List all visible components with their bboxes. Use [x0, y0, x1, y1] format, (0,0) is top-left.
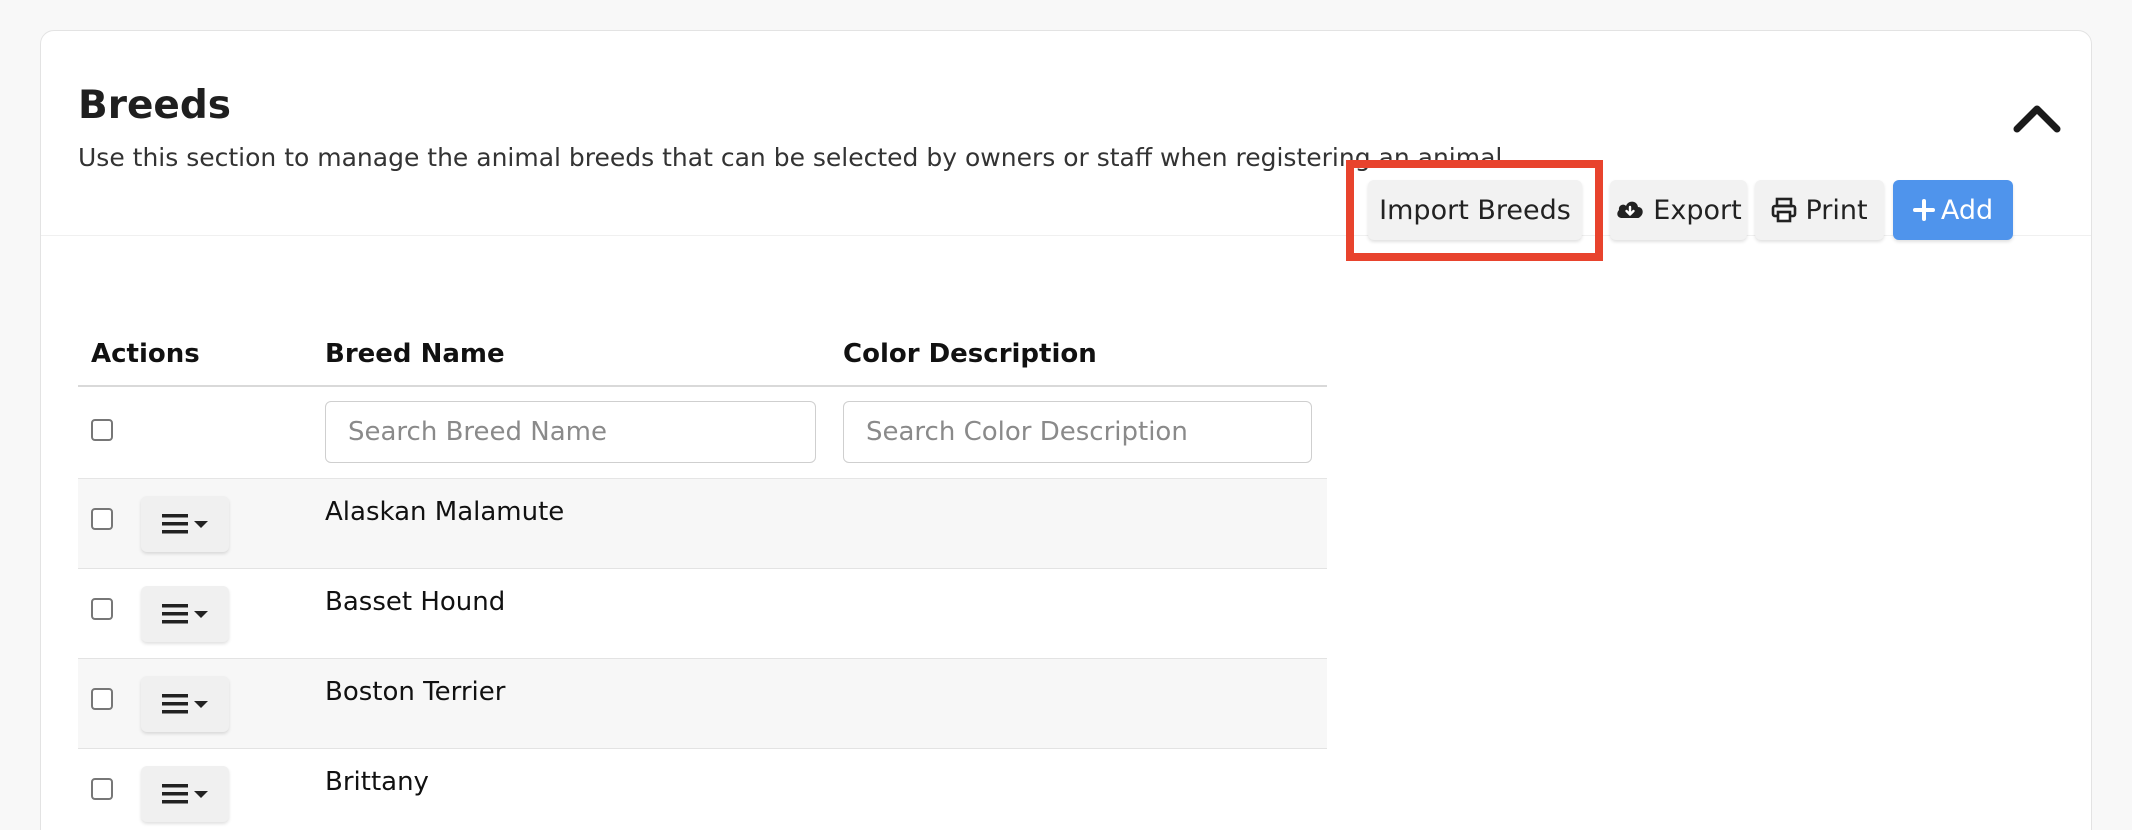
export-button[interactable]: Export: [1610, 180, 1747, 240]
add-label: Add: [1940, 194, 1994, 226]
search-breed-name-input[interactable]: [325, 401, 816, 463]
hamburger-menu-icon: [162, 694, 188, 714]
row-checkbox[interactable]: [91, 508, 113, 530]
caret-down-icon: [194, 791, 208, 798]
printer-icon: [1772, 197, 1797, 223]
header-breed-name[interactable]: Breed Name: [325, 339, 505, 369]
export-label: Export: [1653, 194, 1742, 226]
row-checkbox[interactable]: [91, 778, 113, 800]
breed-name-cell: Basset Hound: [325, 587, 506, 617]
collapse-button[interactable]: [2009, 91, 2065, 143]
cloud-download-icon: [1617, 201, 1643, 218]
add-button[interactable]: Add: [1893, 180, 2013, 240]
hamburger-menu-icon: [162, 514, 188, 534]
header-actions: Actions: [91, 339, 200, 369]
hamburger-menu-icon: [162, 604, 188, 624]
table-row: Boston Terrier: [78, 659, 1327, 749]
search-color-description-input[interactable]: [843, 401, 1312, 463]
section-description: Use this section to manage the animal br…: [78, 143, 1511, 172]
row-checkbox[interactable]: [91, 598, 113, 620]
breeds-card: Breeds Use this section to manage the an…: [40, 30, 2092, 830]
import-breeds-label: Import Breeds: [1379, 194, 1571, 226]
row-checkbox[interactable]: [91, 688, 113, 710]
filter-row: [78, 387, 1327, 479]
caret-down-icon: [194, 521, 208, 528]
breed-name-cell: Brittany: [325, 767, 429, 797]
breeds-table: Actions Breed Name Color Description Ala…: [78, 331, 1327, 830]
caret-down-icon: [194, 701, 208, 708]
table-row: Basset Hound: [78, 569, 1327, 659]
hamburger-menu-icon: [162, 784, 188, 804]
row-actions-button[interactable]: [141, 766, 229, 822]
row-actions-button[interactable]: [141, 496, 229, 552]
import-breeds-button[interactable]: Import Breeds: [1368, 180, 1582, 240]
page-title: Breeds: [78, 83, 231, 128]
table-header-row: Actions Breed Name Color Description: [78, 331, 1327, 387]
select-all-checkbox[interactable]: [91, 419, 113, 441]
row-actions-button[interactable]: [141, 676, 229, 732]
table-row: Alaskan Malamute: [78, 479, 1327, 569]
chevron-up-icon: [2013, 105, 2061, 133]
table-row: Brittany: [78, 749, 1327, 830]
print-label: Print: [1805, 194, 1868, 226]
caret-down-icon: [194, 611, 208, 618]
print-button[interactable]: Print: [1755, 180, 1884, 240]
row-actions-button[interactable]: [141, 586, 229, 642]
plus-icon: [1912, 199, 1935, 221]
header-color-description[interactable]: Color Description: [843, 339, 1097, 369]
breed-name-cell: Alaskan Malamute: [325, 497, 565, 527]
breed-name-cell: Boston Terrier: [325, 677, 506, 707]
